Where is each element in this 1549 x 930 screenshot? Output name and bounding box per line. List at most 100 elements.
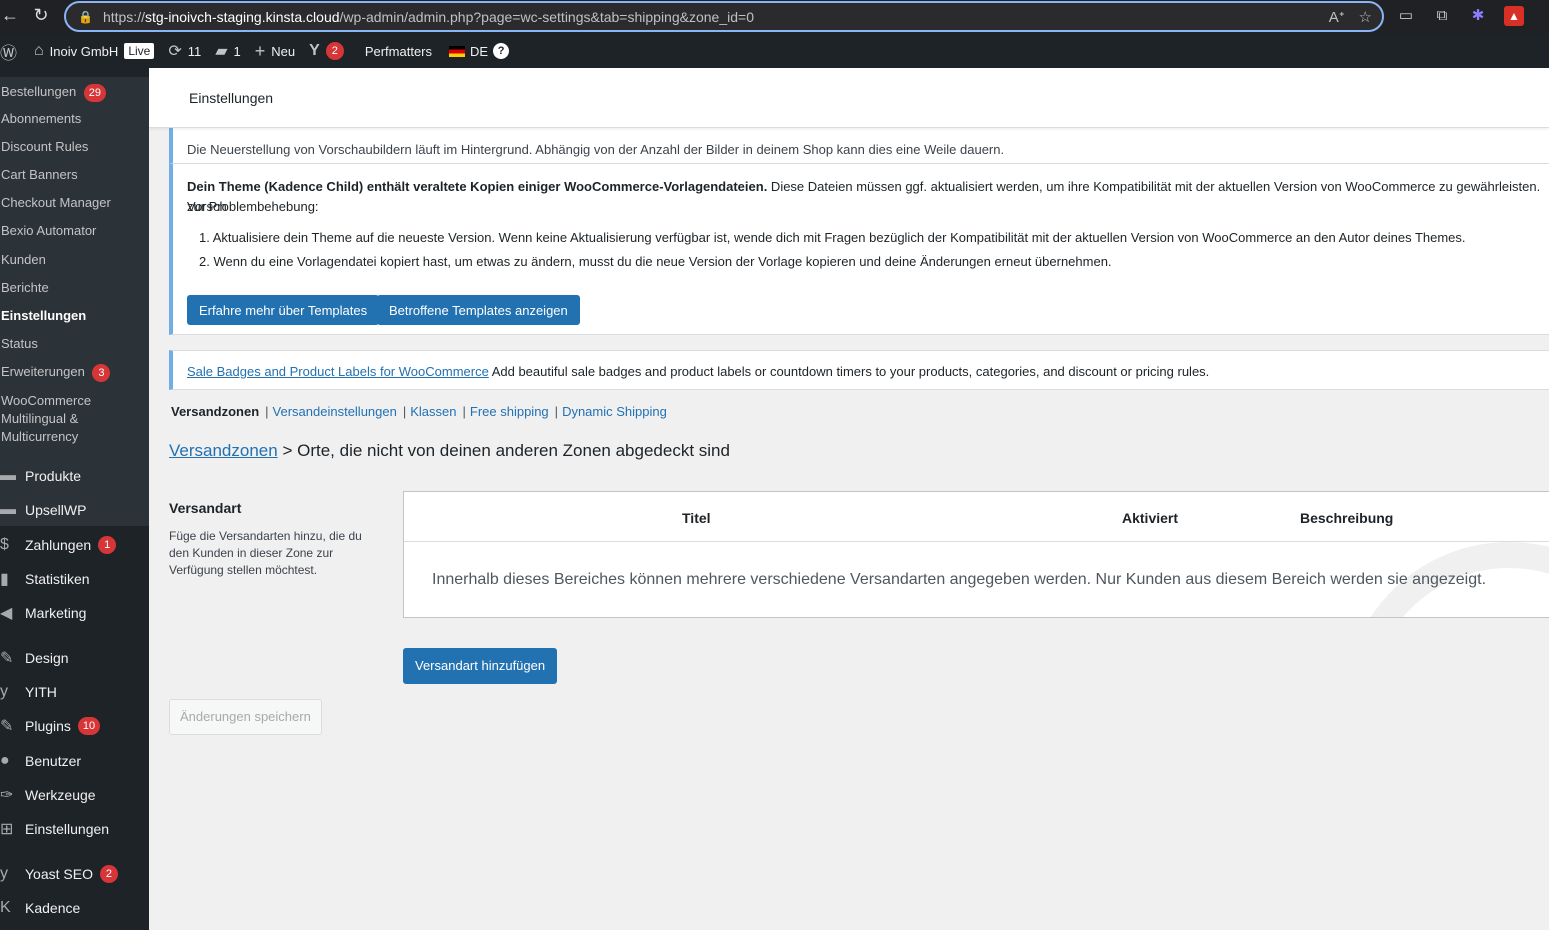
menu-label: Marketing [25, 605, 87, 621]
updates-icon: ⟳ [168, 43, 182, 60]
new-content-menu[interactable]: + Neu [248, 34, 302, 68]
subnav-klassen[interactable]: Klassen [410, 404, 456, 419]
sliders-icon: ⊞ [0, 821, 14, 838]
perfmatters-menu[interactable]: Perfmatters [351, 34, 439, 68]
menu-label: Plugins [25, 718, 71, 734]
upsell-icon: ▬ [0, 501, 16, 518]
home-icon: ⌂ [34, 42, 44, 59]
sale-badges-text: Sale Badges and Product Labels for WooCo… [187, 364, 1209, 379]
extension-red-icon[interactable]: ▲ [1504, 6, 1524, 26]
updates-menu[interactable]: ⟳ 11 [161, 34, 208, 68]
submenu-item-erweiterungen[interactable]: Erweiterungen 3 [1, 363, 111, 382]
main-content: Einstellungen Die Neuerstellung von Vors… [149, 68, 1549, 930]
menu-label: Statistiken [25, 571, 90, 587]
theme-template-notice: Dein Theme (Kadence Child) enthält veral… [169, 163, 1549, 335]
submenu-item-berichte[interactable]: Berichte [1, 279, 49, 297]
menu-label: Design [25, 650, 69, 666]
menu-item-benutzer[interactable]: ● Benutzer [0, 750, 81, 772]
sale-badges-link[interactable]: Sale Badges and Product Labels for WooCo… [187, 364, 489, 379]
back-icon[interactable]: ← [0, 5, 24, 26]
site-name-menu[interactable]: ⌂ Inoiv GmbH Live [27, 34, 161, 68]
menu-label: Benutzer [25, 753, 82, 769]
bar-chart-icon: ▮ [0, 571, 9, 588]
menu-label: Kadence [25, 900, 81, 916]
menu-item-statistiken[interactable]: ▮ Statistiken [0, 568, 90, 590]
address-bar[interactable]: 🔒 https://stg-inoivch-staging.kinsta.clo… [64, 1, 1384, 32]
menu-item-yoast-seo[interactable]: y Yoast SEO 2 [0, 863, 118, 885]
browser-toolbar: ← ↻ 🔒 https://stg-inoivch-staging.kinsta… [0, 0, 1549, 34]
comments-menu[interactable]: ▰ 1 [208, 34, 248, 68]
plus-icon: + [254, 40, 266, 61]
shipping-subnav: Versandzonen | Versandeinstellungen | Klas… [171, 404, 667, 419]
column-description: Beschreibung [1300, 510, 1394, 526]
site-name: Inoiv GmbH [49, 43, 119, 59]
menu-item-upsellwp[interactable]: ▬ UpsellWP [0, 499, 86, 521]
subnav-dynamic-shipping[interactable]: Dynamic Shipping [562, 404, 667, 419]
page-title: Einstellungen [189, 90, 274, 106]
empty-methods-text: Innerhalb dieses Bereiches können mehrer… [432, 571, 1487, 588]
orders-badge: 29 [83, 84, 107, 102]
menu-label: YITH [25, 684, 57, 700]
list-item: 1. Aktualisiere dein Theme auf die neues… [199, 230, 1466, 245]
thumbnail-notice-text: Die Neuerstellung von Vorschaubildern lä… [187, 142, 1005, 157]
comments-count: 1 [233, 43, 241, 59]
submenu-item-bexio-automator[interactable]: Bexio Automator [1, 222, 96, 240]
admin-sidebar: Bestellungen 29 Abonnements Discount Rul… [0, 68, 149, 930]
read-aloud-icon[interactable]: Aᐩ [1329, 8, 1345, 26]
menu-item-produkte[interactable]: ▬ Produkte [0, 465, 81, 487]
lock-icon[interactable]: 🔒 [78, 10, 93, 24]
subnav-versandeinstellungen[interactable]: Versandeinstellungen [273, 404, 397, 419]
favorite-star-icon[interactable]: ☆ [1359, 8, 1372, 26]
submenu-item-einstellungen[interactable]: Einstellungen [1, 307, 86, 325]
subnav-free-shipping[interactable]: Free shipping [470, 404, 549, 419]
column-enabled: Aktiviert [1122, 510, 1179, 526]
subnav-versandzonen[interactable]: Versandzonen [171, 404, 259, 419]
menu-item-plugins[interactable]: ✎ Plugins 10 [0, 715, 101, 737]
breadcrumb-zones-link[interactable]: Versandzonen [169, 441, 278, 460]
add-shipping-method-button[interactable]: Versandart hinzufügen [403, 648, 558, 684]
menu-item-werkzeuge[interactable]: ✑ Werkzeuge [0, 784, 96, 806]
submenu-item-cart-banners[interactable]: Cart Banners [1, 166, 78, 184]
wrench-icon: ✑ [0, 787, 14, 804]
menu-item-yith[interactable]: y YITH [0, 681, 57, 703]
picture-in-picture-icon[interactable]: ▭ [1396, 6, 1416, 26]
theme-notice-steps: 1. Aktualisiere dein Theme auf die neues… [187, 226, 1466, 274]
save-changes-button[interactable]: Änderungen speichern [169, 699, 322, 735]
plug-icon: ✎ [0, 718, 14, 735]
yith-icon: y [0, 683, 8, 700]
yoast-menu[interactable]: Y 2 [302, 34, 351, 68]
theme-notice-bold: Dein Theme (Kadence Child) enthält veral… [187, 179, 768, 194]
url-text: https://stg-inoivch-staging.kinsta.cloud… [102, 8, 754, 25]
menu-item-zahlungen[interactable]: $ Zahlungen 1 [0, 534, 117, 556]
submenu-item-discount-rules[interactable]: Discount Rules [1, 138, 88, 156]
help-icon[interactable]: ? [493, 43, 510, 59]
menu-label: Einstellungen [25, 821, 110, 837]
submenu-item-abonnements[interactable]: Abonnements [1, 110, 81, 128]
payments-badge: 1 [98, 536, 117, 554]
shipping-methods-table: Titel Aktiviert Beschreibung Innerhalb d… [403, 491, 1549, 618]
menu-item-einstellungen[interactable]: ⊞ Einstellungen [0, 818, 109, 840]
submenu-item-wcml[interactable]: WooCommerce Multilingual & Multicurrency [1, 392, 111, 446]
submenu-item-bestellungen[interactable]: Bestellungen 29 [1, 83, 107, 102]
extension-icon[interactable]: ✱ [1468, 6, 1488, 26]
wp-logo-menu[interactable]: Ⓦ [0, 34, 27, 68]
menu-item-kadence[interactable]: K Kadence [0, 897, 80, 919]
affected-templates-button[interactable]: Betroffene Templates anzeigen [377, 295, 580, 325]
split-screen-icon[interactable]: ⧉ [1432, 6, 1452, 26]
yoast-badge: 2 [325, 42, 344, 60]
learn-templates-button[interactable]: Erfahre mehr über Templates [187, 295, 380, 325]
perfmatters-label: Perfmatters [364, 43, 433, 59]
submenu-item-kunden[interactable]: Kunden [1, 251, 46, 269]
reload-icon[interactable]: ↻ [27, 5, 55, 26]
language-menu[interactable]: DE ? [439, 34, 516, 68]
sale-badges-notice: Sale Badges and Product Labels for WooCo… [169, 350, 1549, 390]
yoast-icon: Y [309, 42, 320, 59]
submenu-item-checkout-manager[interactable]: Checkout Manager [1, 194, 111, 212]
menu-item-design[interactable]: ✎ Design [0, 647, 69, 669]
brush-icon: ✎ [0, 650, 14, 667]
table-divider [404, 541, 1549, 542]
submenu-item-status[interactable]: Status [1, 335, 38, 353]
menu-item-marketing[interactable]: ◀ Marketing [0, 602, 86, 624]
methods-label-column: Versandart Füge die Versandarten hinzu, … [169, 500, 369, 579]
submenu-label: Bestellungen [1, 84, 77, 99]
